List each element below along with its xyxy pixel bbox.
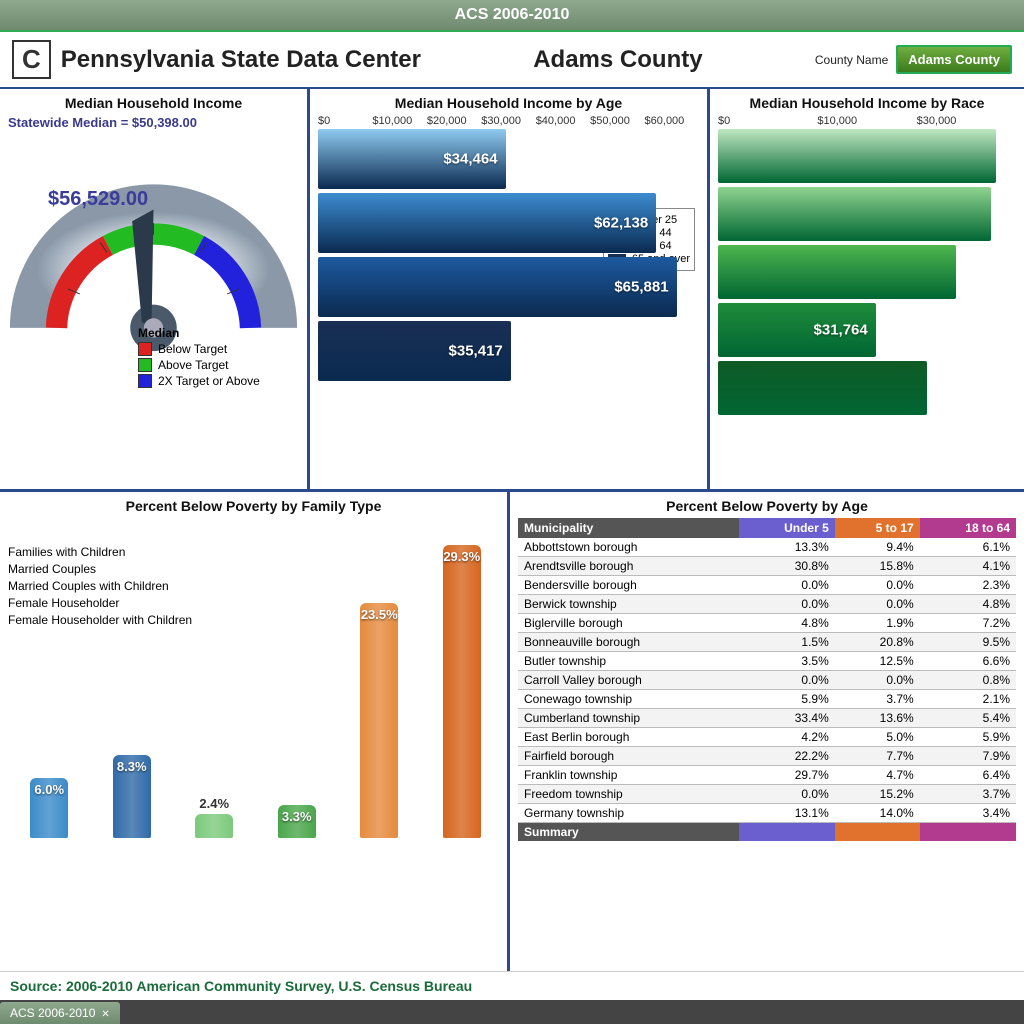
vbar-col: 6.0%: [12, 778, 87, 838]
poverty-family-chart: 6.0% 8.3% 2.4% 3.3% 23.5% 29.3%: [8, 518, 499, 838]
county-heading: Adams County: [421, 46, 815, 74]
gauge-note: Statewide Median = $50,398.00: [8, 115, 299, 130]
table-row[interactable]: Conewago township5.9%3.7%2.1%: [518, 690, 1016, 709]
race-axis: $0$10,000$30,000: [718, 115, 1016, 127]
poverty-family-title: Percent Below Poverty by Family Type: [8, 498, 499, 514]
bar-value: $34,464: [443, 151, 497, 168]
bar-value: $62,138: [594, 215, 648, 232]
income-by-race-panel: Median Household Income by Race $0$10,00…: [710, 89, 1024, 489]
table-row[interactable]: Freedom township0.0%15.2%3.7%: [518, 785, 1016, 804]
bar-value: $31,764: [814, 322, 868, 339]
age-bars: Under 2525 to 4445 to 6465 and over $34,…: [318, 129, 699, 381]
table-row[interactable]: Franklin township29.7%4.7%6.4%: [518, 766, 1016, 785]
poverty-age-table: MunicipalityUnder 55 to 1718 to 64 Abbot…: [518, 518, 1016, 841]
hbar: $31,764: [718, 303, 1016, 357]
hbar: $34,464: [318, 129, 699, 189]
table-row[interactable]: East Berlin borough4.2%5.0%5.9%: [518, 728, 1016, 747]
vbar-col: 8.3%: [95, 755, 170, 838]
bottom-row: Percent Below Poverty by Family Type Fam…: [0, 492, 1024, 971]
table-row[interactable]: Cumberland township33.4%13.6%5.4%: [518, 709, 1016, 728]
gauge-legend-item: Below Target: [158, 342, 227, 356]
summary-row: Summary: [518, 823, 1016, 842]
gauge-chart: $56,529.00: [8, 130, 299, 390]
col-header[interactable]: Under 5: [739, 518, 835, 538]
hbar: [718, 245, 1016, 299]
close-icon[interactable]: ✕: [101, 1009, 109, 1020]
race-bars: $31,764: [718, 129, 1016, 415]
bar-value: 2.4%: [195, 796, 233, 811]
gauge-panel: Median Household Income Statewide Median…: [0, 89, 310, 489]
col-header[interactable]: Municipality: [518, 518, 739, 538]
gauge-legend-item: 2X Target or Above: [158, 374, 260, 388]
table-row[interactable]: Butler township3.5%12.5%6.6%: [518, 652, 1016, 671]
poverty-family-panel: Percent Below Poverty by Family Type Fam…: [0, 492, 510, 971]
gauge-legend-item: Above Target: [158, 358, 229, 372]
table-row[interactable]: Abbottstown borough13.3%9.4%6.1%: [518, 538, 1016, 557]
county-select-button[interactable]: Adams County: [896, 45, 1012, 74]
hbar: $65,881: [318, 257, 699, 317]
age-axis: $0$10,000$20,000$30,000$40,000$50,000$60…: [318, 115, 699, 127]
table-row[interactable]: Arendtsville borough30.8%15.8%4.1%: [518, 557, 1016, 576]
income-by-age-panel: Median Household Income by Age $0$10,000…: [310, 89, 710, 489]
hbar: $62,138: [318, 193, 699, 253]
bar-value: $35,417: [449, 343, 503, 360]
hbar: [718, 361, 1016, 415]
org-title: Pennsylvania State Data Center: [61, 46, 421, 74]
gauge-legend-title: Median: [138, 326, 260, 340]
table-row[interactable]: Germany township13.1%14.0%3.4%: [518, 804, 1016, 823]
col-header[interactable]: 18 to 64: [920, 518, 1016, 538]
gauge-value: $56,529.00: [48, 188, 148, 211]
header: C Pennsylvania State Data Center Adams C…: [0, 32, 1024, 89]
sheet-tab[interactable]: ACS 2006-2010 ✕: [0, 1002, 120, 1024]
poverty-age-title: Percent Below Poverty by Age: [518, 498, 1016, 514]
table-row[interactable]: Bonneauville borough1.5%20.8%9.5%: [518, 633, 1016, 652]
table-row[interactable]: Berwick township0.0%0.0%4.8%: [518, 595, 1016, 614]
bar-value: 29.3%: [443, 549, 481, 564]
bar-value: 3.3%: [278, 809, 316, 824]
title-bar: ACS 2006-2010: [0, 0, 1024, 32]
sheet-tab-label: ACS 2006-2010: [10, 1006, 95, 1020]
table-row[interactable]: Bendersville borough0.0%0.0%2.3%: [518, 576, 1016, 595]
app-window: ACS 2006-2010 C Pennsylvania State Data …: [0, 0, 1024, 1024]
top-row: Median Household Income Statewide Median…: [0, 89, 1024, 492]
table-row[interactable]: Fairfield borough22.2%7.7%7.9%: [518, 747, 1016, 766]
table-row[interactable]: Biglerville borough4.8%1.9%7.2%: [518, 614, 1016, 633]
age-title: Median Household Income by Age: [318, 95, 699, 111]
hbar: [718, 129, 1016, 183]
footer-source: Source: 2006-2010 American Community Sur…: [0, 971, 1024, 1000]
hbar: [718, 187, 1016, 241]
bar-value: 8.3%: [113, 759, 151, 774]
table-row[interactable]: Carroll Valley borough0.0%0.0%0.8%: [518, 671, 1016, 690]
county-name-label: County Name: [815, 53, 888, 67]
bar-value: 23.5%: [360, 607, 398, 622]
vbar-col: 29.3%: [425, 545, 500, 838]
col-header[interactable]: 5 to 17: [835, 518, 920, 538]
bar-value: $65,881: [614, 279, 668, 296]
poverty-age-panel: Percent Below Poverty by Age Municipalit…: [510, 492, 1024, 971]
bar-value: 6.0%: [30, 782, 68, 797]
vbar-col: 3.3%: [260, 805, 335, 838]
table-header-row: MunicipalityUnder 55 to 1718 to 64: [518, 518, 1016, 538]
race-title: Median Household Income by Race: [718, 95, 1016, 111]
hbar: $35,417: [318, 321, 699, 381]
vbar-col: 2.4%: [177, 814, 252, 838]
gauge-legend: Median Below Target Above Target 2X Targ…: [138, 324, 260, 390]
logo: C: [12, 40, 51, 79]
gauge-title: Median Household Income: [8, 95, 299, 111]
vbar-col: 23.5%: [342, 603, 417, 838]
